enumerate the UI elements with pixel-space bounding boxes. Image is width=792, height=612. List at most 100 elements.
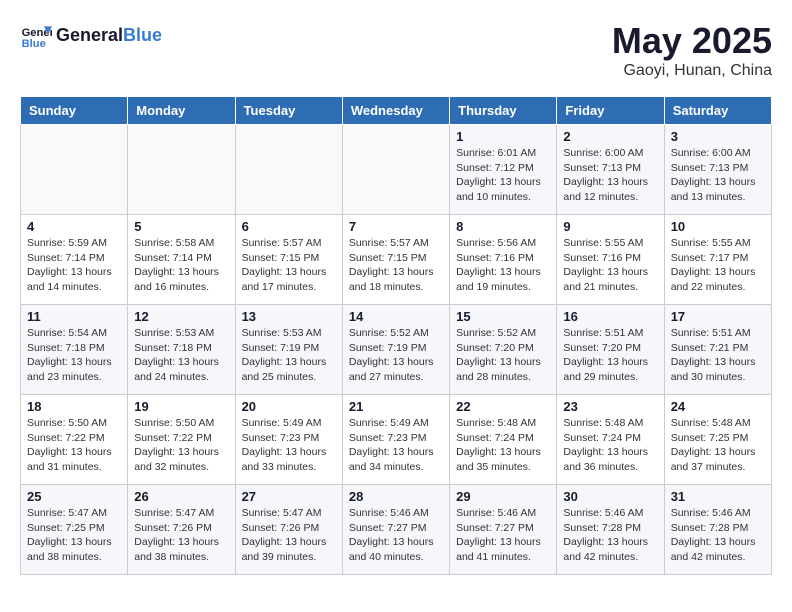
main-title: May 2025 [612, 20, 772, 62]
calendar-cell: 31 Sunrise: 5:46 AMSunset: 7:28 PMDayligh… [664, 485, 771, 575]
week-row-3: 11 Sunrise: 5:54 AMSunset: 7:18 PMDayligh… [21, 305, 772, 395]
day-info: Sunrise: 5:53 AMSunset: 7:19 PMDaylight:… [242, 326, 336, 385]
week-row-1: 1 Sunrise: 6:01 AMSunset: 7:12 PMDaylight… [21, 125, 772, 215]
calendar: SundayMondayTuesdayWednesdayThursdayFrid… [20, 96, 772, 575]
day-number: 31 [671, 489, 765, 504]
day-number: 30 [563, 489, 657, 504]
day-info: Sunrise: 6:00 AMSunset: 7:13 PMDaylight:… [671, 146, 765, 205]
calendar-cell: 11 Sunrise: 5:54 AMSunset: 7:18 PMDayligh… [21, 305, 128, 395]
day-info: Sunrise: 5:46 AMSunset: 7:28 PMDaylight:… [671, 506, 765, 565]
day-info: Sunrise: 5:57 AMSunset: 7:15 PMDaylight:… [242, 236, 336, 295]
calendar-cell: 8Sunrise: 5:56 AMSunset: 7:16 PMDaylight… [450, 215, 557, 305]
header-wednesday: Wednesday [342, 97, 449, 125]
day-info: Sunrise: 5:51 AMSunset: 7:20 PMDaylight:… [563, 326, 657, 385]
week-row-5: 25 Sunrise: 5:47 AMSunset: 7:25 PMDayligh… [21, 485, 772, 575]
calendar-cell: 24 Sunrise: 5:48 AMSunset: 7:25 PMDayligh… [664, 395, 771, 485]
calendar-cell: 26Sunrise: 5:47 AMSunset: 7:26 PMDayligh… [128, 485, 235, 575]
day-number: 5 [134, 219, 228, 234]
day-number: 19 [134, 399, 228, 414]
calendar-cell: 14Sunrise: 5:52 AMSunset: 7:19 PMDayligh… [342, 305, 449, 395]
calendar-cell: 25 Sunrise: 5:47 AMSunset: 7:25 PMDayligh… [21, 485, 128, 575]
day-number: 6 [242, 219, 336, 234]
day-number: 16 [563, 309, 657, 324]
calendar-cell: 13Sunrise: 5:53 AMSunset: 7:19 PMDayligh… [235, 305, 342, 395]
calendar-cell [235, 125, 342, 215]
day-info: Sunrise: 6:00 AMSunset: 7:13 PMDaylight:… [563, 146, 657, 205]
svg-text:Blue: Blue [22, 38, 46, 50]
day-info: Sunrise: 5:51 AMSunset: 7:21 PMDaylight:… [671, 326, 765, 385]
logo-text: GeneralBlue [56, 25, 162, 47]
calendar-cell: 21 Sunrise: 5:49 AMSunset: 7:23 PMDayligh… [342, 395, 449, 485]
calendar-cell: 18 Sunrise: 5:50 AMSunset: 7:22 PMDayligh… [21, 395, 128, 485]
calendar-cell: 30Sunrise: 5:46 AMSunset: 7:28 PMDayligh… [557, 485, 664, 575]
calendar-cell: 17Sunrise: 5:51 AMSunset: 7:21 PMDayligh… [664, 305, 771, 395]
day-number: 8 [456, 219, 550, 234]
day-number: 4 [27, 219, 121, 234]
logo-icon: General Blue [20, 20, 52, 52]
week-row-4: 18 Sunrise: 5:50 AMSunset: 7:22 PMDayligh… [21, 395, 772, 485]
calendar-cell: 6 Sunrise: 5:57 AMSunset: 7:15 PMDaylight… [235, 215, 342, 305]
calendar-cell [128, 125, 235, 215]
day-info: Sunrise: 6:01 AMSunset: 7:12 PMDaylight:… [456, 146, 550, 205]
calendar-cell: 9Sunrise: 5:55 AMSunset: 7:16 PMDaylight… [557, 215, 664, 305]
calendar-cell: 19 Sunrise: 5:50 AMSunset: 7:22 PMDayligh… [128, 395, 235, 485]
day-info: Sunrise: 5:50 AMSunset: 7:22 PMDaylight:… [27, 416, 121, 475]
day-number: 22 [456, 399, 550, 414]
calendar-cell: 22 Sunrise: 5:48 AMSunset: 7:24 PMDayligh… [450, 395, 557, 485]
day-number: 11 [27, 309, 121, 324]
day-info: Sunrise: 5:47 AMSunset: 7:26 PMDaylight:… [242, 506, 336, 565]
day-info: Sunrise: 5:58 AMSunset: 7:14 PMDaylight:… [134, 236, 228, 295]
calendar-cell: 4Sunrise: 5:59 AMSunset: 7:14 PMDaylight… [21, 215, 128, 305]
day-info: Sunrise: 5:55 AMSunset: 7:16 PMDaylight:… [563, 236, 657, 295]
day-info: Sunrise: 5:47 AMSunset: 7:25 PMDaylight:… [27, 506, 121, 565]
day-number: 7 [349, 219, 443, 234]
day-info: Sunrise: 5:46 AMSunset: 7:27 PMDaylight:… [456, 506, 550, 565]
day-info: Sunrise: 5:57 AMSunset: 7:15 PMDaylight:… [349, 236, 443, 295]
title-block: May 2025 Gaoyi, Hunan, China [612, 20, 772, 80]
calendar-cell [21, 125, 128, 215]
day-number: 3 [671, 129, 765, 144]
day-info: Sunrise: 5:55 AMSunset: 7:17 PMDaylight:… [671, 236, 765, 295]
header-saturday: Saturday [664, 97, 771, 125]
calendar-cell: 23Sunrise: 5:48 AMSunset: 7:24 PMDayligh… [557, 395, 664, 485]
day-number: 12 [134, 309, 228, 324]
day-number: 15 [456, 309, 550, 324]
calendar-cell: 27 Sunrise: 5:47 AMSunset: 7:26 PMDayligh… [235, 485, 342, 575]
day-info: Sunrise: 5:53 AMSunset: 7:18 PMDaylight:… [134, 326, 228, 385]
subtitle: Gaoyi, Hunan, China [612, 62, 772, 80]
day-info: Sunrise: 5:52 AMSunset: 7:20 PMDaylight:… [456, 326, 550, 385]
day-number: 10 [671, 219, 765, 234]
calendar-header-row: SundayMondayTuesdayWednesdayThursdayFrid… [21, 97, 772, 125]
day-info: Sunrise: 5:48 AMSunset: 7:25 PMDaylight:… [671, 416, 765, 475]
day-number: 20 [242, 399, 336, 414]
header-sunday: Sunday [21, 97, 128, 125]
calendar-cell: 3 Sunrise: 6:00 AMSunset: 7:13 PMDaylight… [664, 125, 771, 215]
header-thursday: Thursday [450, 97, 557, 125]
day-info: Sunrise: 5:49 AMSunset: 7:23 PMDaylight:… [242, 416, 336, 475]
page-header: General Blue GeneralBlue May 2025 Gaoyi,… [20, 20, 772, 80]
day-number: 1 [456, 129, 550, 144]
calendar-cell: 10 Sunrise: 5:55 AMSunset: 7:17 PMDayligh… [664, 215, 771, 305]
logo: General Blue GeneralBlue [20, 20, 162, 52]
day-number: 29 [456, 489, 550, 504]
day-info: Sunrise: 5:49 AMSunset: 7:23 PMDaylight:… [349, 416, 443, 475]
day-number: 28 [349, 489, 443, 504]
calendar-cell: 5 Sunrise: 5:58 AMSunset: 7:14 PMDaylight… [128, 215, 235, 305]
calendar-cell: 15 Sunrise: 5:52 AMSunset: 7:20 PMDayligh… [450, 305, 557, 395]
day-number: 25 [27, 489, 121, 504]
day-number: 23 [563, 399, 657, 414]
day-info: Sunrise: 5:48 AMSunset: 7:24 PMDaylight:… [456, 416, 550, 475]
calendar-cell: 20 Sunrise: 5:49 AMSunset: 7:23 PMDayligh… [235, 395, 342, 485]
calendar-cell: 16 Sunrise: 5:51 AMSunset: 7:20 PMDayligh… [557, 305, 664, 395]
day-number: 26 [134, 489, 228, 504]
day-number: 27 [242, 489, 336, 504]
day-number: 24 [671, 399, 765, 414]
day-info: Sunrise: 5:46 AMSunset: 7:27 PMDaylight:… [349, 506, 443, 565]
day-info: Sunrise: 5:50 AMSunset: 7:22 PMDaylight:… [134, 416, 228, 475]
calendar-cell: 29 Sunrise: 5:46 AMSunset: 7:27 PMDayligh… [450, 485, 557, 575]
header-tuesday: Tuesday [235, 97, 342, 125]
day-number: 18 [27, 399, 121, 414]
day-info: Sunrise: 5:54 AMSunset: 7:18 PMDaylight:… [27, 326, 121, 385]
day-number: 21 [349, 399, 443, 414]
header-friday: Friday [557, 97, 664, 125]
